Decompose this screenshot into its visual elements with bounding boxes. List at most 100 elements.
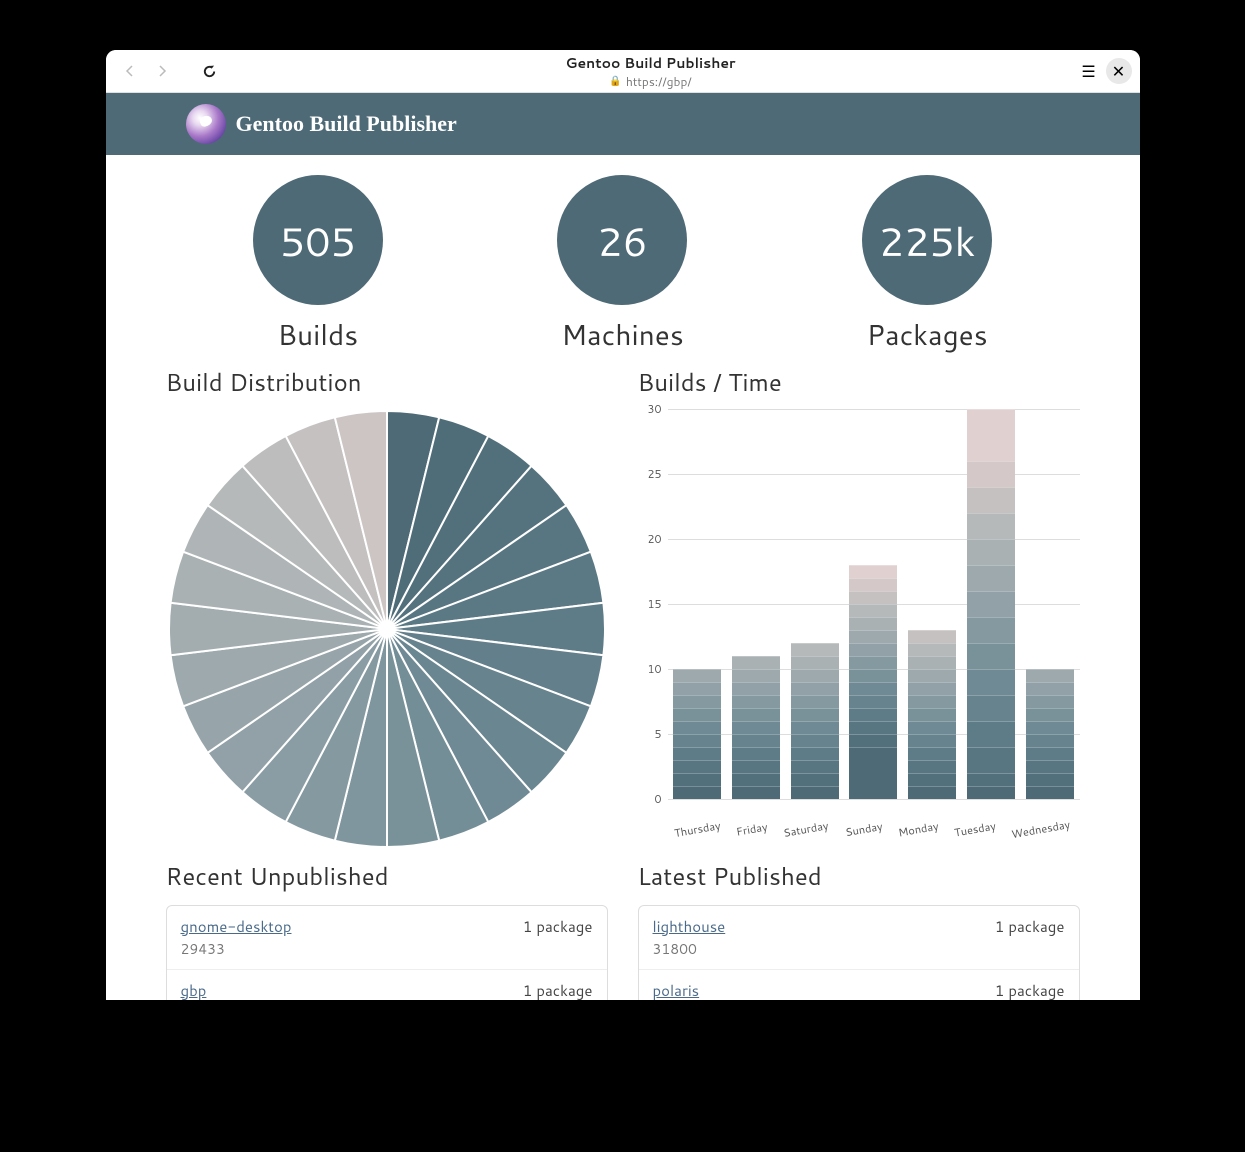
bar-segment [791,721,839,734]
item-link[interactable]: gnome-desktop [181,916,292,937]
bar-segment [849,617,897,630]
bar-segment [849,708,897,721]
bar-segment [967,773,1015,786]
bar-group[interactable] [791,643,839,799]
back-button[interactable] [118,59,142,83]
bar-segment [908,630,956,643]
bar-segment [791,682,839,695]
bar-segment [908,682,956,695]
stat-value: 225k [879,212,976,269]
url-bar: 🔒 https://gbp/ [226,73,1076,90]
bar-segment [967,409,1015,461]
x-label: Saturday [782,817,832,853]
bar-segment [1026,734,1074,747]
bar-segment [673,786,721,799]
bar-group[interactable] [673,669,721,799]
x-label: Monday [897,818,942,853]
bar-segment [849,565,897,578]
stats-row: 505 Builds 26 Machines 225k Packages [166,175,1080,355]
panel-title: Recent Unpublished [166,859,608,893]
bar-segment [732,760,780,773]
bar-segment [908,721,956,734]
item-count: 1 package [995,916,1065,959]
bar-segment [1026,708,1074,721]
panel-list: gnome-desktop 29433 1 package gbp 29788 … [166,905,608,1000]
bar-segment [1026,721,1074,734]
panel-title: Latest Published [638,859,1080,893]
bar-segment [849,721,897,734]
bar-segment [791,643,839,656]
bar-segment [732,682,780,695]
bar-segment [791,656,839,669]
bar-segment [967,591,1015,617]
stat-circle: 505 [253,175,383,305]
x-label: Wednesday [1010,816,1073,854]
bar-segment [791,669,839,682]
item-id: 31800 [653,939,726,959]
stat-value: 505 [280,212,356,269]
content-area: 505 Builds 26 Machines 225k Packages Bui… [106,155,1140,1000]
bar-segment [673,708,721,721]
bar-segment [791,747,839,760]
panels-row: Recent Unpublished gnome-desktop 29433 1… [166,859,1080,1000]
menu-button[interactable]: ☰ [1076,58,1102,84]
bar-segment [849,630,897,643]
x-label: Friday [735,818,771,851]
item-link[interactable]: polaris [653,980,700,1000]
builds-time-section: Builds / Time 051015202530 ThursdayFrida… [638,365,1080,849]
bar-segment [1026,747,1074,760]
bar-segment [732,656,780,669]
item-count: 1 package [995,980,1065,1000]
bar-segment [1026,773,1074,786]
bar-segment [732,734,780,747]
bar-group[interactable] [732,656,780,799]
chart-title: Builds / Time [638,365,1080,399]
bar-segment [967,513,1015,539]
bar-segment [908,786,956,799]
stat-label: Packages [862,315,992,355]
bar-segment [908,747,956,760]
bar-segment [908,669,956,682]
bar-group[interactable] [1026,669,1074,799]
bar-group[interactable] [967,409,1015,799]
bar-segment [849,656,897,669]
bar-segment [967,487,1015,513]
bar-segment [908,760,956,773]
forward-button[interactable] [150,59,174,83]
app-title: Gentoo Build Publisher [236,111,457,137]
bar-segment [967,695,1015,721]
bar-group[interactable] [849,565,897,799]
gentoo-logo-icon [186,104,226,144]
bar-group[interactable] [908,630,956,799]
bar-segment [967,539,1015,565]
bar-segment [849,643,897,656]
item-link[interactable]: gbp [181,980,225,1000]
list-item: gnome-desktop 29433 1 package [167,906,607,970]
reload-button[interactable] [198,59,222,83]
chart-title: Build Distribution [166,365,608,399]
bar-segment [673,760,721,773]
bar-segment [908,734,956,747]
bar-segment [908,708,956,721]
lock-icon: 🔒 [609,74,621,88]
url-text: https://gbp/ [626,73,692,90]
stat-packages: 225k Packages [862,175,992,355]
bar-segment [1026,760,1074,773]
bar-segment [849,682,897,695]
x-label: Thursday [673,817,724,853]
stat-label: Machines [557,315,687,355]
bar-segment [1026,669,1074,682]
x-label: Sunday [843,818,885,852]
bar-segment [791,786,839,799]
bar-segment [849,669,897,682]
browser-window: Gentoo Build Publisher 🔒 https://gbp/ ☰ … [106,50,1140,1000]
bar-segment [967,786,1015,799]
panel-list: lighthouse 31800 1 package polaris 29444… [638,905,1080,1000]
stat-value: 26 [597,212,648,269]
item-link[interactable]: lighthouse [653,916,726,937]
close-button[interactable]: ✕ [1106,58,1132,84]
bar-segment [732,669,780,682]
list-item: polaris 29444 1 package [639,970,1079,1000]
bar-segment [791,734,839,747]
bar-segment [908,656,956,669]
